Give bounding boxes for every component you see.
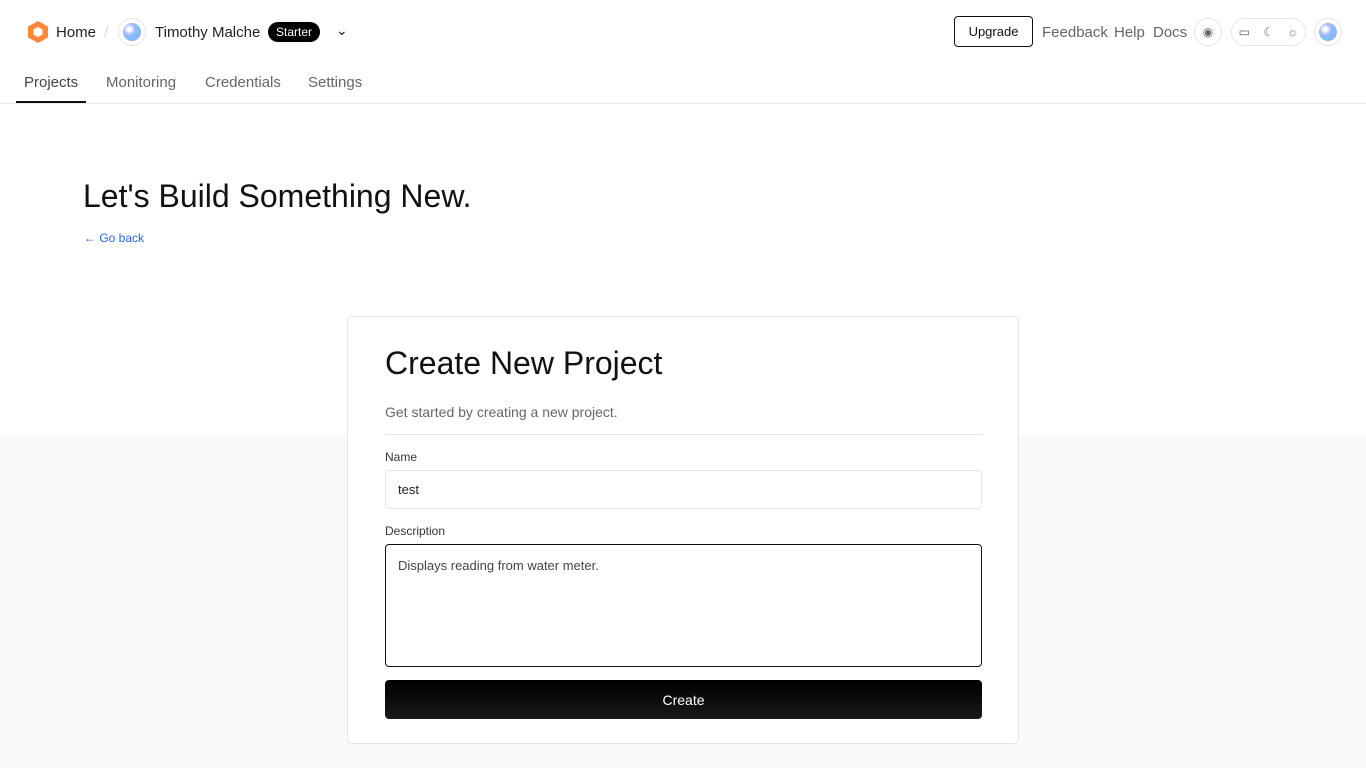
tab-projects[interactable]: Projects [24,74,78,91]
name-label: Name [385,450,418,464]
chevron-down-icon[interactable]: ⌄ [336,22,348,39]
discord-icon[interactable]: ◉ [1194,18,1222,46]
go-back-label: Go back [99,231,145,245]
moon-icon[interactable]: ☾ [1263,25,1274,39]
description-input[interactable]: Displays reading from water meter. [385,544,982,667]
breadcrumb-separator: / [104,22,109,41]
workspace-avatar [118,18,146,46]
workspace-name[interactable]: Timothy Malche [155,24,260,41]
theme-switcher: ▭ ☾ ☼ [1231,18,1306,46]
go-back-link[interactable]: ← Go back [84,231,144,245]
active-tab-indicator [16,101,86,103]
home-link[interactable]: Home [56,24,96,41]
sun-icon[interactable]: ☼ [1287,25,1298,39]
description-label: Description [385,524,446,538]
user-avatar[interactable] [1314,18,1342,46]
card-title: Create New Project [385,345,663,381]
tab-monitoring[interactable]: Monitoring [106,74,176,91]
header: Home / Timothy Malche Starter ⌄ Upgrade … [0,0,1366,104]
page-title: Let's Build Something New. [83,178,472,214]
card-subtitle: Get started by creating a new project. [385,404,618,420]
feedback-link[interactable]: Feedback [1042,24,1108,41]
docs-link[interactable]: Docs [1153,24,1187,41]
tab-settings[interactable]: Settings [308,74,362,91]
monitor-icon[interactable]: ▭ [1239,25,1250,39]
plan-badge: Starter [268,22,321,42]
arrow-left-icon: ← [84,231,100,245]
upgrade-button[interactable]: Upgrade [954,16,1033,47]
divider [385,434,983,435]
tab-credentials[interactable]: Credentials [205,74,281,91]
create-project-card: Create New Project Get started by creati… [347,316,1019,744]
name-input[interactable] [385,470,982,509]
create-button[interactable]: Create [385,680,982,719]
logo-icon[interactable] [26,20,50,44]
help-link[interactable]: Help [1114,24,1145,41]
